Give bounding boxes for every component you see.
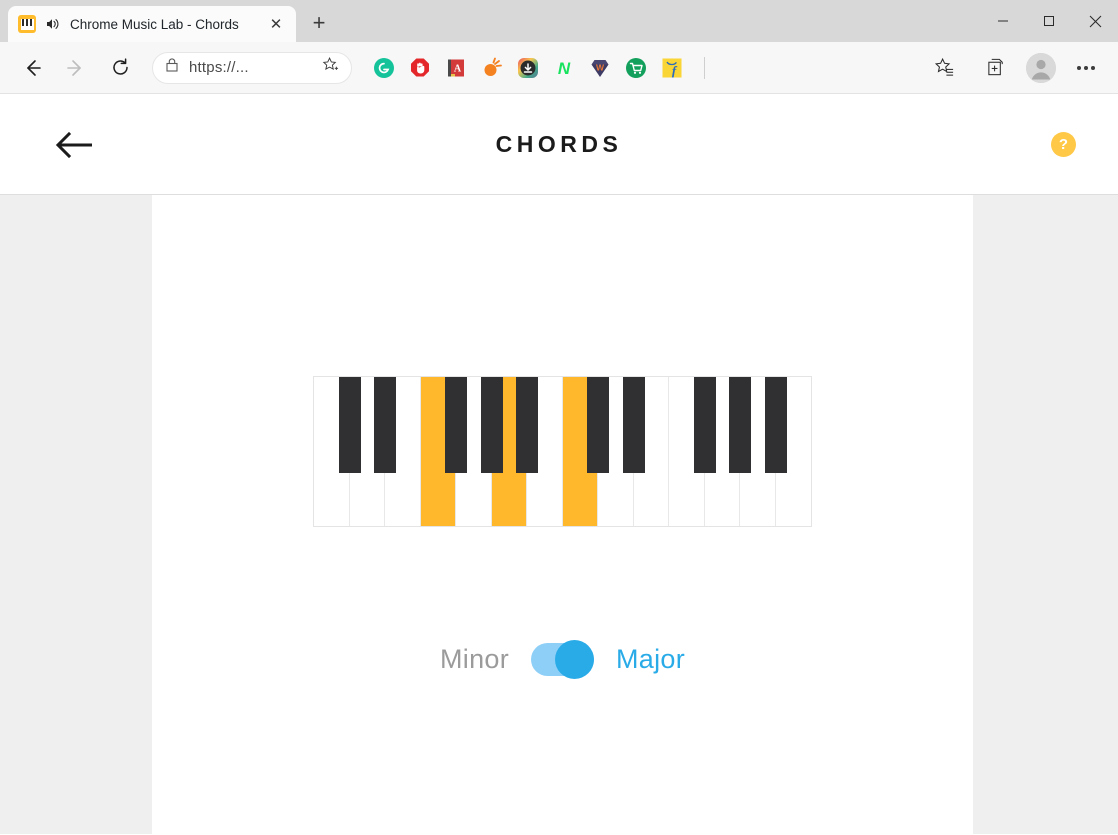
svg-text:N: N: [558, 59, 571, 78]
svg-text:A: A: [454, 63, 462, 74]
reload-icon[interactable]: [103, 51, 137, 85]
toolbar-divider: [704, 56, 705, 79]
window-controls: [980, 0, 1118, 42]
site-security-lock-icon: [165, 57, 179, 78]
close-tab-icon[interactable]: ✕: [266, 14, 286, 34]
tab-strip: Chrome Music Lab - Chords ✕ +: [0, 0, 336, 42]
black-key-gsharp-3[interactable]: [480, 377, 503, 473]
settings-more-icon[interactable]: [1069, 51, 1103, 85]
new-tab-button[interactable]: +: [302, 6, 336, 40]
naver-extension-icon[interactable]: N: [552, 56, 576, 80]
black-keys-row: [314, 377, 811, 473]
favorites-star-icon[interactable]: [927, 51, 961, 85]
minor-label[interactable]: Minor: [440, 644, 509, 675]
piano-keyboard[interactable]: [313, 376, 812, 527]
wikibuy-extension-icon[interactable]: W: [588, 56, 612, 80]
address-bar[interactable]: https://...: [152, 51, 352, 84]
honey-extension-icon[interactable]: [480, 56, 504, 80]
black-key-dsharp-1[interactable]: [374, 377, 396, 473]
extensions-bar: A N W f: [372, 56, 713, 80]
browser-window: Chrome Music Lab - Chords ✕ + https://..…: [0, 0, 1118, 835]
profile-avatar[interactable]: [1026, 52, 1056, 83]
major-label[interactable]: Major: [616, 644, 685, 675]
help-button[interactable]: ?: [1051, 132, 1076, 157]
adblock-extension-icon[interactable]: [408, 56, 432, 80]
dictionary-extension-icon[interactable]: A: [444, 56, 468, 80]
black-key-fsharp-7[interactable]: [693, 377, 716, 473]
grammarly-extension-icon[interactable]: [372, 56, 396, 80]
url-text: https://...: [189, 59, 249, 76]
collections-icon[interactable]: [979, 51, 1013, 85]
flipkart-extension-icon[interactable]: f: [660, 56, 684, 80]
browser-titlebar: Chrome Music Lab - Chords ✕ +: [0, 0, 1118, 42]
black-key-fsharp-2[interactable]: [445, 377, 467, 473]
downloader-extension-icon[interactable]: [516, 56, 540, 80]
app-canvas: Minor Major: [152, 195, 973, 834]
app-stage: Minor Major: [0, 195, 1118, 834]
close-window-button[interactable]: [1072, 0, 1118, 42]
browser-tab[interactable]: Chrome Music Lab - Chords ✕: [8, 6, 296, 42]
svg-text:W: W: [596, 62, 605, 72]
speaker-playing-icon[interactable]: [45, 16, 61, 32]
browser-right-tools: [922, 51, 1108, 85]
page-title: CHORDS: [495, 131, 623, 157]
piano-keys-favicon: [18, 15, 36, 33]
page-content: CHORDS ? Minor Major: [0, 95, 1118, 835]
mode-toggle-switch[interactable]: [531, 640, 594, 679]
black-key-dsharp-6[interactable]: [622, 377, 645, 473]
back-arrow-icon[interactable]: [52, 123, 96, 167]
forward-navigation-icon: [59, 51, 93, 85]
add-favorite-star-icon[interactable]: [322, 56, 339, 79]
back-navigation-icon[interactable]: [15, 51, 49, 85]
black-key-asharp-4[interactable]: [516, 377, 538, 473]
toggle-thumb: [555, 640, 594, 679]
black-key-csharp-0[interactable]: [338, 377, 361, 473]
shopping-cart-extension-icon[interactable]: [624, 56, 648, 80]
black-key-asharp-9[interactable]: [764, 377, 787, 473]
black-key-gsharp-8[interactable]: [729, 377, 751, 473]
mode-toggle-row: Minor Major: [152, 640, 973, 679]
maximize-button[interactable]: [1026, 0, 1072, 42]
browser-toolbar: https://... A N W f: [0, 42, 1118, 94]
app-header: CHORDS ?: [0, 95, 1118, 195]
black-key-csharp-5[interactable]: [587, 377, 609, 473]
minimize-button[interactable]: [980, 0, 1026, 42]
tab-title: Chrome Music Lab - Chords: [70, 16, 239, 32]
